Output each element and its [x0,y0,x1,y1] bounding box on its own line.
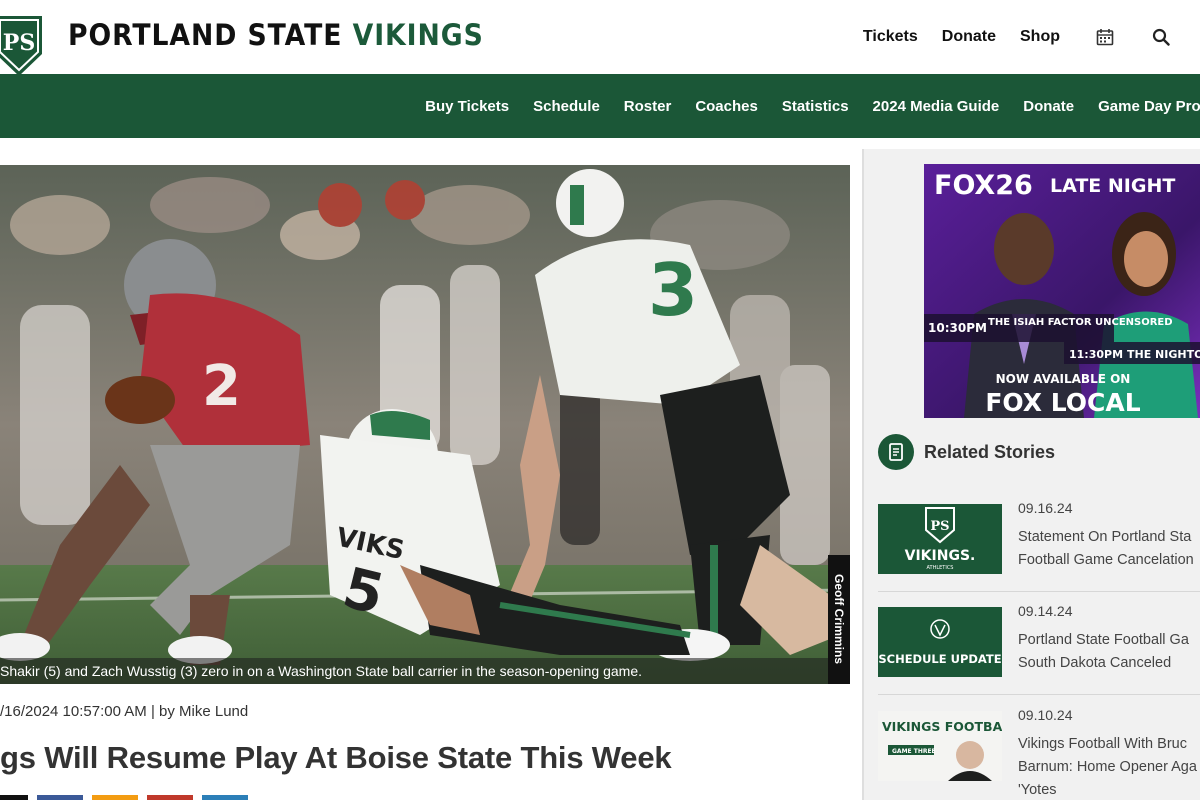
jersey-right-number: 3 [648,248,698,332]
story-title[interactable]: Portland State Football Ga South Dakota … [1018,629,1200,675]
svg-text:ATHLETICS: ATHLETICS [927,565,954,571]
nav-roster[interactable]: Roster [624,98,672,115]
share-facebook-button[interactable] [37,795,83,800]
util-donate-link[interactable]: Donate [942,28,996,46]
nav-coaches[interactable]: Coaches [695,98,758,115]
ps-logo[interactable]: PS [0,10,44,80]
divider [878,694,1200,695]
share-x-button[interactable] [0,795,28,800]
article-byline: /16/2024 10:57:00 AM | by Mike Lund [0,703,249,720]
nav-schedule[interactable]: Schedule [533,98,600,115]
sidebar: FOX26 LATE NIGHT 10:30PM THE ISIAH FACTO… [862,149,1200,800]
ad-tag1-text: THE ISIAH FACTOR UNCENSORED [988,317,1173,328]
story-date: 09.10.24 [1018,707,1073,723]
story-title[interactable]: Vikings Football With Bruc Barnum: Home … [1018,733,1200,800]
ad-available: NOW AVAILABLE ON [996,372,1131,386]
ad-brand: FOX26 [934,170,1033,201]
fox26-ad[interactable]: FOX26 LATE NIGHT 10:30PM THE ISIAH FACTO… [924,164,1200,418]
article-headline: gs Will Resume Play At Boise State This … [0,740,672,775]
thumb-text: VIKINGS. [905,548,976,564]
svg-text:PS: PS [930,519,949,534]
nav-statistics[interactable]: Statistics [782,98,849,115]
share-pinterest-button[interactable] [147,795,193,800]
svg-text:THE NIGHTO: THE NIGHTO [1127,348,1200,361]
site-header: PS PORTLAND STATE VIKINGS Tickets Donate… [0,0,1200,76]
nav-game-day-program[interactable]: Game Day Progra [1098,98,1200,115]
ad-tag2: 11:30PM [1069,348,1123,361]
story-date: 09.16.24 [1018,500,1073,516]
brand-accent: VIKINGS [352,18,484,52]
search-icon[interactable] [1150,26,1172,48]
story-thumbnail[interactable]: VIKINGS FOOTBALL GAME THREE [878,711,1002,781]
related-story[interactable]: VIKINGS FOOTBALL GAME THREE 09.10.24 Vik… [878,707,1200,800]
story-date: 09.14.24 [1018,603,1073,619]
photo-credit: Geoff Crimmins [828,555,850,684]
football-action-image: 3 2 VIKS 5 [0,165,850,684]
ad-local-brand: FOX LOCAL [985,388,1140,417]
share-email-button[interactable] [92,795,138,800]
utility-nav: Tickets Donate Shop [863,0,1200,74]
related-story[interactable]: SCHEDULE UPDATE 09.14.24 Portland State … [878,603,1200,697]
svg-text:GAME THREE: GAME THREE [892,748,936,755]
util-tickets-link[interactable]: Tickets [863,28,918,46]
share-linkedin-button[interactable] [202,795,248,800]
photo-caption: Shakir (5) and Zach Wusstig (3) zero in … [0,658,850,684]
story-thumbnail[interactable]: SCHEDULE UPDATE [878,607,1002,677]
calendar-icon[interactable] [1094,26,1116,48]
divider [878,591,1200,592]
logo-letters: PS [3,30,35,56]
jersey-left-number: 2 [202,354,241,419]
ad-tag1-time: 10:30PM [928,321,987,335]
main-nav: Buy Tickets Schedule Roster Coaches Stat… [0,74,1200,138]
share-buttons [0,795,257,800]
brand-main: PORTLAND STATE [68,18,353,52]
util-shop-link[interactable]: Shop [1020,28,1060,46]
related-story[interactable]: PS VIKINGS. ATHLETICS 09.16.24 Statement… [878,500,1200,594]
thumb-text: SCHEDULE UPDATE [878,652,1001,666]
related-stories-title: Related Stories [924,441,1056,462]
site-brand[interactable]: PORTLAND STATE VIKINGS [68,18,484,52]
story-title[interactable]: Statement On Portland Sta Football Game … [1018,526,1200,572]
related-stories-header: Related Stories [878,434,1055,470]
hero-photo: 3 2 VIKS 5 Shakir (5) and Zach Wusstig (… [0,165,850,684]
nav-buy-tickets[interactable]: Buy Tickets [425,98,509,115]
document-icon [878,434,914,470]
nav-media-guide[interactable]: 2024 Media Guide [873,98,1000,115]
thumb-text: VIKINGS FOOTBALL [882,719,1002,734]
nav-donate[interactable]: Donate [1023,98,1074,115]
story-thumbnail[interactable]: PS VIKINGS. ATHLETICS [878,504,1002,574]
ad-title: LATE NIGHT [1050,175,1175,197]
